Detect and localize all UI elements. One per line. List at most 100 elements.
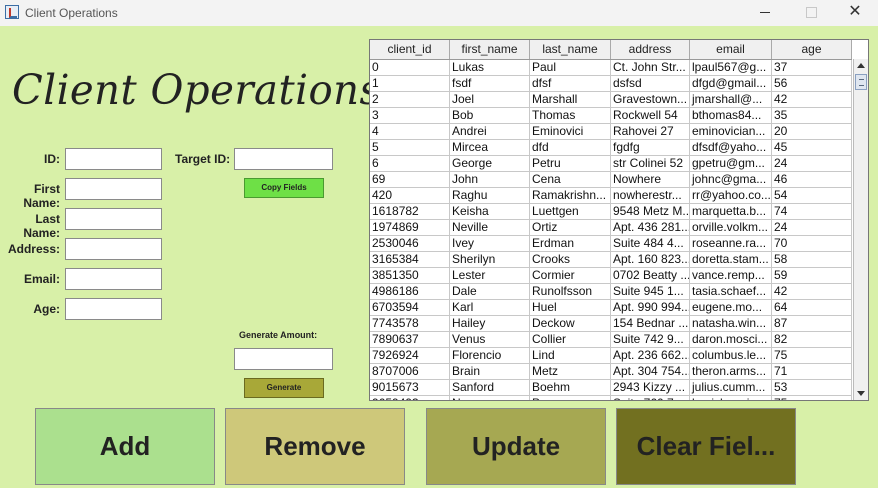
table-cell[interactable]: Apt. 236 662...: [611, 348, 690, 364]
table-cell[interactable]: dfd: [530, 140, 611, 156]
table-cell[interactable]: 75: [772, 348, 852, 364]
table-row[interactable]: 1 fsdf dfsf dsfsd dfgd@gmail... 56: [370, 76, 852, 92]
column-header-email[interactable]: email: [690, 40, 772, 59]
table-cell[interactable]: theron.arms...: [690, 364, 772, 380]
table-cell[interactable]: Boehm: [530, 380, 611, 396]
table-cell[interactable]: 42: [772, 284, 852, 300]
table-row[interactable]: 4 Andrei Eminovici Rahovei 27 eminovician...…: [370, 124, 852, 140]
table-cell[interactable]: 9015673: [370, 380, 450, 396]
table-cell[interactable]: 3851350: [370, 268, 450, 284]
table-cell[interactable]: Cormier: [530, 268, 611, 284]
table-cell[interactable]: 46: [772, 172, 852, 188]
table-cell[interactable]: Runolfsson: [530, 284, 611, 300]
table-cell[interactable]: 2943 Kizzy ...: [611, 380, 690, 396]
table-row[interactable]: 0 Lukas Paul Ct. John Str... lpaul567@g... 37: [370, 60, 852, 76]
scroll-down-arrow-icon[interactable]: [857, 391, 865, 396]
table-cell[interactable]: Erdman: [530, 236, 611, 252]
minimize-button[interactable]: [742, 0, 788, 26]
table-cell[interactable]: Marshall: [530, 92, 611, 108]
table-cell[interactable]: str Colinei 52: [611, 156, 690, 172]
column-header-age[interactable]: age: [772, 40, 852, 59]
table-cell[interactable]: 9659493: [370, 396, 450, 400]
table-cell[interactable]: Venus: [450, 332, 530, 348]
table-cell[interactable]: 0: [370, 60, 450, 76]
table-row[interactable]: 3851350 Lester Cormier 0702 Beatty ... vance…: [370, 268, 852, 284]
table-cell[interactable]: eugene.mo...: [690, 300, 772, 316]
table-cell[interactable]: Sherilyn: [450, 252, 530, 268]
table-cell[interactable]: natasha.win...: [690, 316, 772, 332]
close-button[interactable]: ✕: [832, 0, 878, 26]
table-cell[interactable]: Huel: [530, 300, 611, 316]
table-cell[interactable]: dfsdf@yaho...: [690, 140, 772, 156]
table-cell[interactable]: Lester: [450, 268, 530, 284]
table-cell[interactable]: Rahovei 27: [611, 124, 690, 140]
table-cell[interactable]: Nena: [450, 396, 530, 400]
table-row[interactable]: 4986186 Dale Runolfsson Suite 945 1... tasia…: [370, 284, 852, 300]
table-cell[interactable]: 1: [370, 76, 450, 92]
scroll-thumb[interactable]: [855, 74, 867, 90]
table-cell[interactable]: John: [450, 172, 530, 188]
table-cell[interactable]: 59: [772, 268, 852, 284]
table-cell[interactable]: Ortiz: [530, 220, 611, 236]
table-cell[interactable]: Apt. 436 281...: [611, 220, 690, 236]
table-cell[interactable]: Karl: [450, 300, 530, 316]
table-row[interactable]: 6 George Petru str Colinei 52 gpetru@gm... 24: [370, 156, 852, 172]
table-cell[interactable]: 35: [772, 108, 852, 124]
column-header-client-id[interactable]: client_id: [370, 40, 450, 59]
table-cell[interactable]: 54: [772, 188, 852, 204]
table-row[interactable]: 3 Bob Thomas Rockwell 54 bthomas84... 35: [370, 108, 852, 124]
table-cell[interactable]: 6703594: [370, 300, 450, 316]
table-cell[interactable]: Mircea: [450, 140, 530, 156]
table-cell[interactable]: Apt. 990 994...: [611, 300, 690, 316]
table-cell[interactable]: roseanne.ra...: [690, 236, 772, 252]
table-cell[interactable]: Sanford: [450, 380, 530, 396]
table-cell[interactable]: johnc@gma...: [690, 172, 772, 188]
clients-table[interactable]: client_id first_name last_name address e…: [369, 39, 869, 401]
table-cell[interactable]: Paul: [530, 60, 611, 76]
table-row[interactable]: 2 Joel Marshall Gravestown... jmarshall@... 4…: [370, 92, 852, 108]
table-cell[interactable]: doretta.stam...: [690, 252, 772, 268]
table-cell[interactable]: Florencio: [450, 348, 530, 364]
target-id-field[interactable]: [234, 148, 333, 170]
table-cell[interactable]: lpaul567@g...: [690, 60, 772, 76]
table-cell[interactable]: kanisha.cris...: [690, 396, 772, 400]
table-cell[interactable]: 64: [772, 300, 852, 316]
table-row[interactable]: 9015673 Sanford Boehm 2943 Kizzy ... julius.…: [370, 380, 852, 396]
table-cell[interactable]: 56: [772, 76, 852, 92]
table-cell[interactable]: 24: [772, 156, 852, 172]
table-cell[interactable]: Joel: [450, 92, 530, 108]
table-cell[interactable]: 53: [772, 380, 852, 396]
vertical-scrollbar[interactable]: [853, 59, 868, 400]
table-cell[interactable]: 2530046: [370, 236, 450, 252]
table-cell[interactable]: 82: [772, 332, 852, 348]
table-cell[interactable]: 3165384: [370, 252, 450, 268]
table-cell[interactable]: Thomas: [530, 108, 611, 124]
update-button[interactable]: Update: [426, 408, 606, 485]
table-row[interactable]: 6703594 Karl Huel Apt. 990 994... eugene.mo.…: [370, 300, 852, 316]
table-cell[interactable]: gpetru@gm...: [690, 156, 772, 172]
table-cell[interactable]: 5: [370, 140, 450, 156]
table-row[interactable]: 5 Mircea dfd fgdfg dfsdf@yaho... 45: [370, 140, 852, 156]
table-cell[interactable]: 20: [772, 124, 852, 140]
table-row[interactable]: 1974869 Neville Ortiz Apt. 436 281... orvill…: [370, 220, 852, 236]
table-cell[interactable]: julius.cumm...: [690, 380, 772, 396]
table-cell[interactable]: nowherestr...: [611, 188, 690, 204]
table-cell[interactable]: Apt. 160 823...: [611, 252, 690, 268]
address-field[interactable]: [65, 238, 162, 260]
table-cell[interactable]: 7926924: [370, 348, 450, 364]
table-cell[interactable]: 37: [772, 60, 852, 76]
table-cell[interactable]: rr@yahoo.co...: [690, 188, 772, 204]
table-cell[interactable]: bthomas84...: [690, 108, 772, 124]
table-cell[interactable]: 69: [370, 172, 450, 188]
table-row[interactable]: 1618782 Keisha Luettgen 9548 Metz M... marqu…: [370, 204, 852, 220]
email-field[interactable]: [65, 268, 162, 290]
column-header-address[interactable]: address: [611, 40, 690, 59]
last-name-field[interactable]: [65, 208, 162, 230]
table-row[interactable]: 7890637 Venus Collier Suite 742 9... daron.m…: [370, 332, 852, 348]
table-cell[interactable]: 4986186: [370, 284, 450, 300]
table-cell[interactable]: 0702 Beatty ...: [611, 268, 690, 284]
table-cell[interactable]: marquetta.b...: [690, 204, 772, 220]
table-cell[interactable]: 58: [772, 252, 852, 268]
table-cell[interactable]: 7890637: [370, 332, 450, 348]
table-cell[interactable]: vance.remp...: [690, 268, 772, 284]
